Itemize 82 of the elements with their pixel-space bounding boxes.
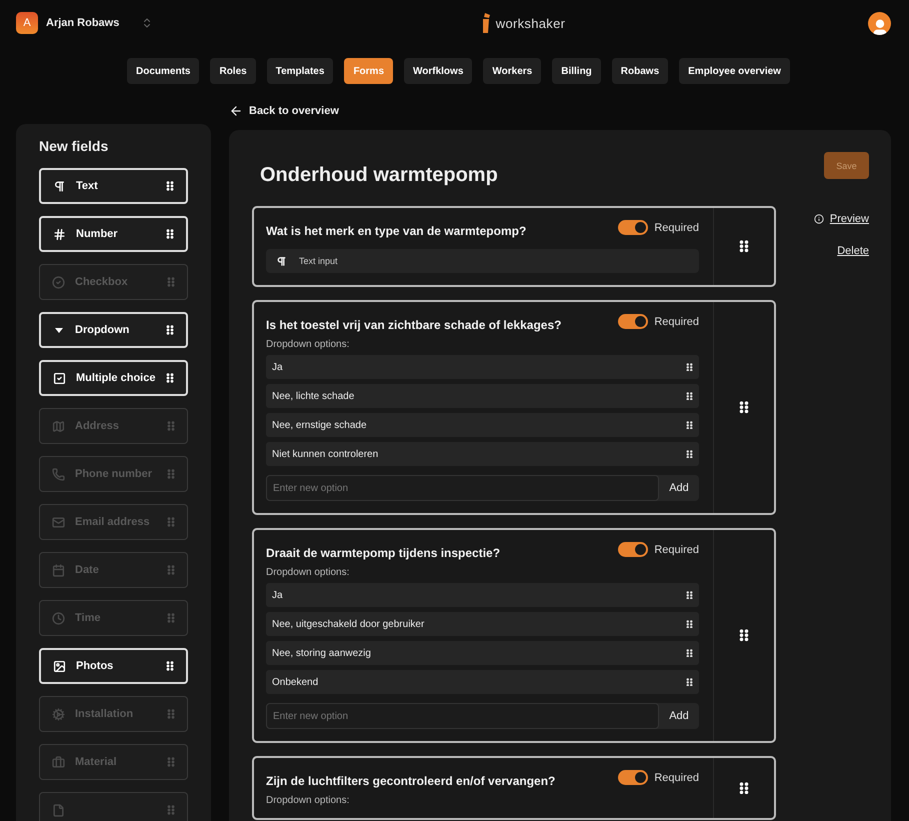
drag-handle-icon[interactable] — [686, 620, 693, 628]
drag-handle-icon[interactable] — [686, 648, 693, 658]
image-icon — [53, 660, 66, 672]
option-row: Onbekend — [266, 670, 699, 694]
preview-link[interactable]: Preview — [814, 213, 869, 225]
nav-tab[interactable]: Roles — [210, 58, 256, 84]
drag-handle-icon[interactable] — [739, 782, 749, 794]
drag-handle-icon[interactable] — [739, 401, 749, 414]
add-button[interactable]: Add — [659, 475, 699, 501]
drag-handle-icon[interactable] — [686, 420, 693, 430]
arrow-left-icon — [229, 104, 243, 118]
toolbox-icon — [52, 756, 65, 768]
required-toggle[interactable] — [618, 220, 648, 235]
required-label: Required — [654, 222, 699, 234]
clock-icon — [52, 612, 65, 624]
drag-handle-icon[interactable] — [686, 450, 693, 458]
nav-tab[interactable]: Worfklows — [404, 58, 472, 84]
checkbox-icon — [53, 372, 66, 384]
required-toggle[interactable] — [618, 770, 648, 785]
field-item[interactable]: Dropdown — [39, 312, 188, 348]
drag-handle-icon[interactable] — [686, 678, 693, 686]
phone-icon — [52, 468, 65, 480]
option-row: Niet kunnen controleren — [266, 442, 699, 466]
option-row: Ja — [266, 355, 699, 379]
map-icon — [52, 420, 65, 432]
drag-handle-icon[interactable] — [166, 181, 174, 191]
file-icon — [52, 804, 65, 816]
account-name: Arjan Robaws — [46, 17, 120, 29]
back-link[interactable]: Back to overview — [229, 104, 339, 118]
option-row: Nee, storing aanwezig — [266, 641, 699, 665]
option-row: Ja — [266, 583, 699, 607]
required-label: Required — [654, 316, 699, 328]
sidebar-title: New fields — [39, 138, 110, 154]
nav-tab[interactable]: Documents — [127, 58, 200, 84]
hash-icon — [53, 228, 66, 240]
options-label: Dropdown options: — [266, 567, 350, 578]
field-item[interactable]: Text — [39, 168, 188, 204]
nav-tab[interactable]: Employee overview — [679, 58, 790, 84]
field-item[interactable]: Multiple choice — [39, 360, 188, 396]
option-row: Nee, ernstige schade — [266, 413, 699, 437]
calendar-icon — [52, 564, 65, 576]
required-toggle[interactable] — [618, 314, 648, 329]
drag-handle-icon[interactable] — [739, 629, 749, 642]
drag-handle-icon[interactable] — [166, 325, 174, 335]
required-label: Required — [654, 544, 699, 556]
question-text: Zijn de luchtfilters gecontroleerd en/of vervangen? — [266, 774, 556, 788]
check-circle-icon — [52, 276, 65, 288]
user-avatar[interactable] — [868, 12, 891, 34]
drag-handle-icon[interactable] — [166, 661, 174, 671]
pilcrow-icon — [53, 180, 66, 192]
drag-handle-icon[interactable] — [686, 392, 693, 400]
form-title: Onderhoud warmtepomp — [260, 164, 499, 187]
delete-link[interactable]: Delete — [837, 245, 869, 257]
drag-handle-icon[interactable] — [739, 240, 749, 253]
text-input-preview: Text input — [266, 249, 699, 273]
nav-tab[interactable]: Templates — [266, 58, 334, 84]
gears-icon — [52, 708, 65, 720]
nav-tab[interactable]: Billing — [552, 58, 601, 84]
question-text: Wat is het merk en type van de warmtepomp? — [266, 224, 526, 238]
drag-handle-icon[interactable] — [166, 229, 174, 239]
drag-handle-icon[interactable] — [166, 373, 174, 383]
required-toggle[interactable] — [618, 542, 648, 557]
option-row: Nee, lichte schade — [266, 384, 699, 408]
add-button[interactable]: Add — [659, 703, 699, 729]
new-option-input[interactable]: Enter new option — [266, 475, 659, 501]
field-item[interactable]: Number — [39, 216, 188, 252]
options-label: Dropdown options: — [266, 339, 350, 350]
pilcrow-icon — [276, 256, 287, 266]
field-item[interactable]: Photos — [39, 648, 188, 684]
nav-tab[interactable]: Robaws — [612, 58, 668, 84]
new-option-input[interactable]: Enter new option — [266, 703, 659, 729]
drag-handle-icon[interactable] — [686, 590, 693, 600]
logo-text: workshaker — [496, 16, 566, 30]
envelope-icon — [52, 516, 65, 528]
required-label: Required — [654, 772, 699, 784]
option-row: Nee, uitgeschakeld door gebruiker — [266, 612, 699, 636]
options-label: Dropdown options: — [266, 795, 350, 806]
nav-tab[interactable]: Workers — [483, 58, 542, 84]
question-text: Draait de warmtepomp tijdens inspectie? — [266, 546, 500, 560]
drag-handle-icon[interactable] — [686, 362, 693, 372]
info-icon — [814, 214, 824, 224]
question-text: Is het toestel vrij van zichtbare schade of lekkages? — [266, 318, 562, 332]
